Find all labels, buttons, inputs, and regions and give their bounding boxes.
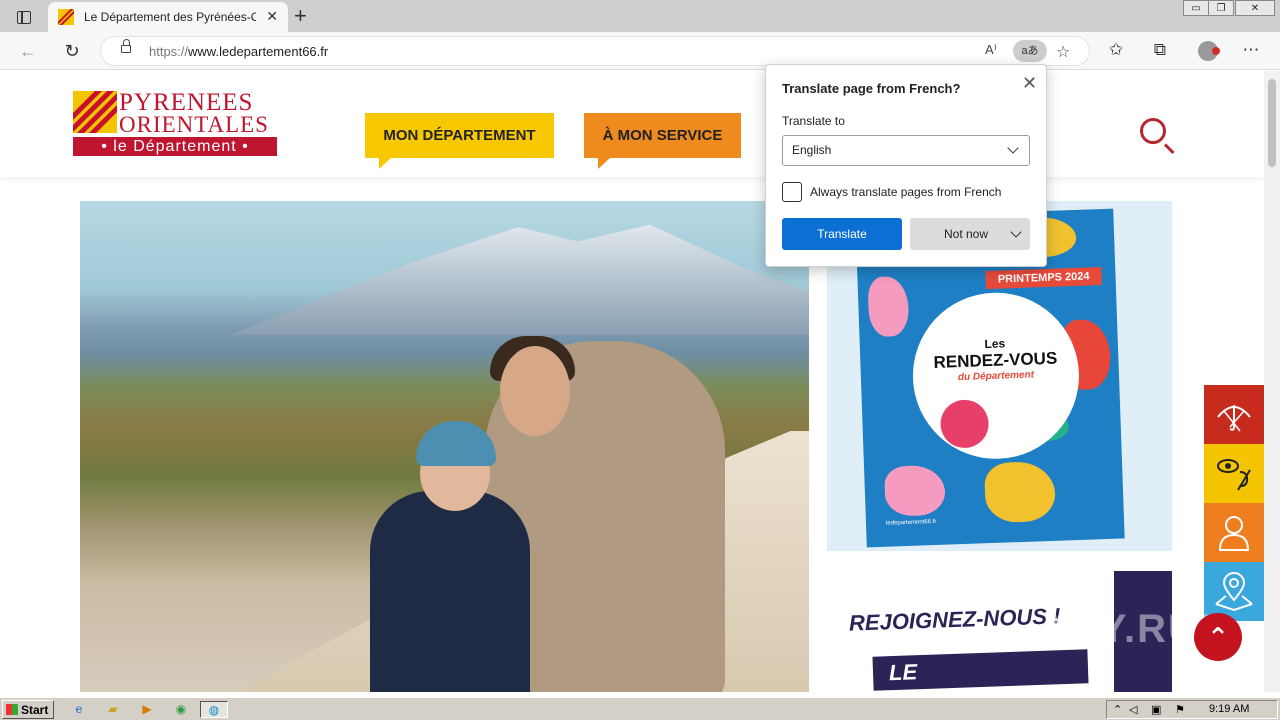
clock: 9:19 AM (1209, 703, 1250, 715)
collections-icon[interactable]: ⧉ (1149, 40, 1171, 60)
favorites-icon[interactable]: ✩ (1105, 40, 1127, 60)
browser-toolbar: ← ↻ https://www.ledepartement66.fr A⁾ aあ… (0, 32, 1280, 70)
url-scheme: https:// (149, 44, 189, 59)
catalan-flag-icon (73, 91, 117, 133)
site-header: PYRENEES ORIENTALES • le Département • M… (0, 71, 1264, 177)
recruit-line-1: REJOIGNEZ-NOUS ! (848, 603, 1061, 636)
tab-actions-button[interactable] (10, 6, 38, 28)
scrollbar-thumb[interactable] (1268, 79, 1276, 167)
network-icon[interactable]: ▣ (1151, 703, 1161, 716)
logo-line-2: ORIENTALES (119, 112, 269, 137)
close-icon[interactable]: ✕ (1022, 73, 1037, 94)
ie-icon[interactable]: e (70, 701, 88, 718)
volume-icon[interactable]: ◁ (1129, 703, 1137, 716)
url-host: www.ledepartement66.fr (188, 44, 329, 59)
chevron-down-icon[interactable] (1010, 226, 1022, 238)
sidebar-weather-alert-button[interactable] (1204, 385, 1264, 444)
translate-icon[interactable]: aあ (1013, 40, 1047, 62)
language-select[interactable]: English (782, 135, 1030, 166)
close-window-button[interactable]: ✕ (1235, 0, 1275, 16)
read-aloud-icon[interactable]: A⁾ (985, 42, 997, 58)
site-logo[interactable]: PYRENEES ORIENTALES • le Département • (73, 89, 279, 157)
lock-icon[interactable] (121, 39, 131, 53)
profile-avatar[interactable] (1198, 41, 1220, 61)
chrome-icon[interactable]: ◉ (172, 701, 190, 718)
translate-popup: Translate page from French? ✕ Translate … (765, 64, 1047, 267)
scroll-to-top-button[interactable]: ⌃ (1194, 613, 1242, 661)
hero-image[interactable] (80, 201, 809, 692)
user-icon (1218, 515, 1250, 551)
tray-expand-icon[interactable]: ⌃ (1113, 703, 1122, 716)
sidebar-accessibility-button[interactable] (1204, 444, 1264, 503)
start-label: Start (21, 702, 49, 717)
umbrella-icon (1217, 404, 1251, 431)
system-tray: ⌃ ◁ ▣ ⚑ 9:19 AM (1106, 700, 1278, 719)
add-favorite-icon[interactable]: ☆ (1056, 42, 1070, 62)
nav-mon-departement[interactable]: MON DÉPARTEMENT (365, 113, 554, 169)
start-button[interactable]: Start (2, 700, 54, 719)
flag-icon[interactable]: ⚑ (1175, 703, 1185, 716)
sidebar-account-button[interactable] (1204, 503, 1264, 562)
translate-button[interactable]: Translate (782, 218, 902, 250)
tab-strip: Le Département des Pyrénées-Or ✕ + ▭ ❐ ✕ (0, 0, 1280, 32)
minimize-button[interactable]: ▭ (1183, 0, 1209, 16)
magazine-website: ledepartement66.fr (885, 518, 937, 527)
more-menu-icon[interactable]: ⋯ (1240, 40, 1262, 60)
back-arrow-icon[interactable]: ← (15, 39, 41, 63)
tab-close-icon[interactable]: ✕ (266, 8, 278, 25)
chevron-down-icon (1007, 142, 1019, 154)
address-bar[interactable]: https://www.ledepartement66.fr A⁾ aあ ☆ (100, 36, 1090, 66)
not-now-label: Not now (944, 227, 989, 241)
not-now-button[interactable]: Not now (910, 218, 1030, 250)
page-scrollbar[interactable] (1264, 71, 1280, 692)
os-taskbar: Start e ▰ ▶ ◉ ◍ ⌃ ◁ ▣ ⚑ 9:19 AM (0, 697, 1280, 720)
windows-logo-icon (6, 704, 18, 715)
search-icon[interactable] (1140, 118, 1166, 144)
popup-title: Translate page from French? (782, 81, 961, 96)
edge-icon[interactable]: ◍ (200, 701, 228, 718)
map-pin-icon (1215, 571, 1253, 611)
recruit-line-2: LE DÉPARTEMENT (872, 649, 1089, 692)
always-translate-checkbox[interactable] (782, 182, 802, 202)
media-player-icon[interactable]: ▶ (138, 701, 156, 718)
translate-to-label: Translate to (782, 114, 845, 128)
eye-ear-accessibility-icon (1217, 458, 1251, 491)
nav-a-mon-service[interactable]: À MON SERVICE (584, 113, 741, 169)
browser-tab-active[interactable]: Le Département des Pyrénées-Or ✕ (48, 2, 288, 32)
new-tab-button[interactable]: + (294, 3, 307, 29)
refresh-icon[interactable]: ↻ (59, 39, 85, 63)
logo-line-3: • le Département • (73, 137, 277, 156)
always-translate-label[interactable]: Always translate pages from French (810, 185, 1001, 199)
url-text[interactable]: https://www.ledepartement66.fr (149, 44, 328, 59)
tab-actions-icon (17, 10, 31, 24)
site-favicon-icon (58, 9, 74, 25)
web-page: PYRENEES ORIENTALES • le Département • M… (0, 71, 1264, 692)
magazine-season: PRINTEMPS 2024 (985, 267, 1102, 290)
selected-language: English (792, 143, 832, 157)
tab-title: Le Département des Pyrénées-Or (84, 10, 256, 24)
folder-icon[interactable]: ▰ (104, 701, 122, 718)
maximize-button[interactable]: ❐ (1208, 0, 1234, 16)
